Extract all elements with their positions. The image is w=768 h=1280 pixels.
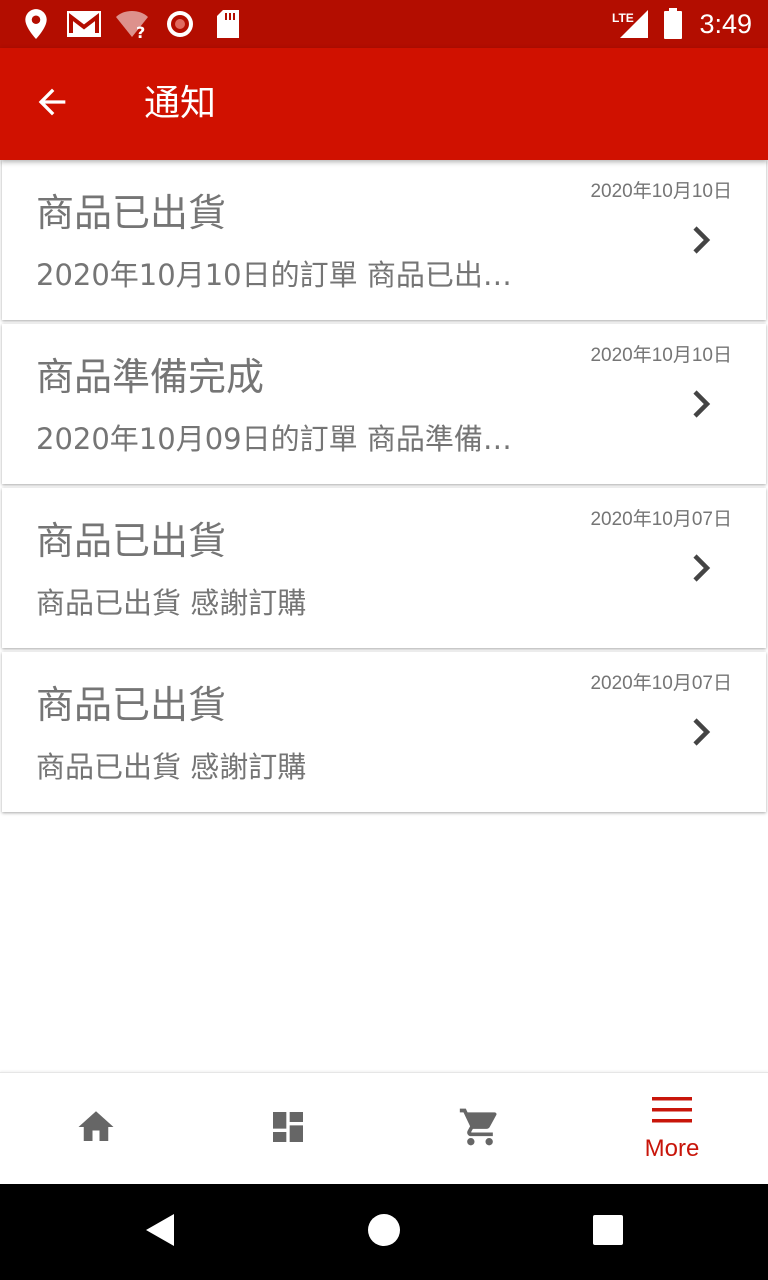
chevron-right-icon: [686, 714, 718, 750]
sd-card-icon: [214, 8, 242, 40]
notification-date: 2020年10月07日: [590, 673, 732, 694]
network-type-label: LTE: [612, 11, 634, 25]
app-bar: 通知: [0, 48, 768, 160]
status-bar: ? LTE 3:49: [0, 0, 768, 48]
square-recents-icon: [592, 1214, 624, 1250]
cart-icon: [458, 1105, 502, 1153]
notification-title: 商品已出貨: [36, 683, 227, 727]
signal-icon: LTE: [612, 8, 650, 40]
chevron-right-icon: [686, 222, 718, 258]
back-button[interactable]: [20, 72, 84, 136]
notification-item[interactable]: 商品準備完成 2020年10月09日的訂單 商品準備完成 2020年10月10日: [2, 324, 766, 484]
system-home-button[interactable]: [360, 1208, 408, 1256]
home-icon: [75, 1106, 117, 1152]
menu-icon: [650, 1095, 694, 1129]
record-icon: [164, 8, 196, 40]
wifi-unknown-icon: ?: [114, 8, 150, 40]
notification-title: 商品已出貨: [36, 191, 227, 235]
notification-date: 2020年10月10日: [590, 181, 732, 202]
nav-cart[interactable]: [384, 1073, 576, 1184]
svg-text:?: ?: [136, 23, 145, 39]
nav-dashboard[interactable]: [192, 1073, 384, 1184]
notification-title: 商品已出貨: [36, 519, 227, 563]
battery-icon: [662, 8, 684, 40]
gmail-icon: [66, 8, 102, 40]
nav-more[interactable]: More: [576, 1073, 768, 1184]
triangle-back-icon: [142, 1212, 178, 1252]
circle-home-icon: [366, 1212, 402, 1252]
arrow-left-icon: [32, 82, 72, 126]
notification-body: 商品已出貨 感謝訂購: [36, 586, 307, 620]
system-recents-button[interactable]: [584, 1208, 632, 1256]
notification-body: 2020年10月09日的訂單 商品準備完成: [36, 422, 536, 456]
notification-date: 2020年10月10日: [590, 345, 732, 366]
nav-home[interactable]: [0, 1073, 192, 1184]
chevron-right-icon: [686, 550, 718, 586]
notification-item[interactable]: 商品已出貨 商品已出貨 感謝訂購 2020年10月07日: [2, 652, 766, 812]
nav-more-label: More: [644, 1134, 700, 1162]
system-back-button[interactable]: [136, 1208, 184, 1256]
notification-body: 商品已出貨 感謝訂購: [36, 750, 307, 784]
location-icon: [22, 8, 50, 40]
system-navigation-bar: [0, 1184, 768, 1280]
bottom-navigation: More: [0, 1072, 768, 1184]
notification-date: 2020年10月07日: [590, 509, 732, 530]
notification-list: 商品已出貨 2020年10月10日的訂單 商品已出貨 感謝訂購 2020年10月…: [0, 160, 768, 816]
dashboard-icon: [268, 1107, 308, 1151]
status-time: 3:49: [699, 9, 752, 39]
chevron-right-icon: [686, 386, 718, 422]
notification-item[interactable]: 商品已出貨 商品已出貨 感謝訂購 2020年10月07日: [2, 488, 766, 648]
notification-body: 2020年10月10日的訂單 商品已出貨 感謝訂購: [36, 258, 536, 292]
notification-title: 商品準備完成: [36, 355, 265, 399]
page-title: 通知: [144, 83, 217, 124]
notification-item[interactable]: 商品已出貨 2020年10月10日的訂單 商品已出貨 感謝訂購 2020年10月…: [2, 160, 766, 320]
